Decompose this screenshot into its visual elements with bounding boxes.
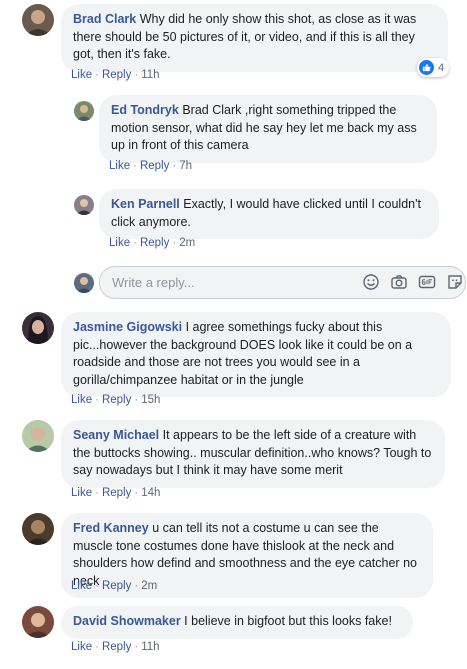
reply-link[interactable]: Reply bbox=[102, 487, 131, 499]
avatar[interactable] bbox=[22, 420, 54, 452]
like-link[interactable]: Like bbox=[71, 580, 92, 592]
reply-link[interactable]: Reply bbox=[102, 580, 131, 592]
reply-link[interactable]: Reply bbox=[102, 69, 131, 81]
comment-author[interactable]: Fred Kanney bbox=[73, 521, 149, 535]
comment-bubble: Seany Michael It appears to be the left … bbox=[61, 420, 445, 488]
camera-icon[interactable] bbox=[390, 273, 408, 291]
timestamp[interactable]: 7h bbox=[179, 160, 192, 172]
avatar[interactable] bbox=[74, 195, 94, 215]
reaction-count: 4 bbox=[438, 61, 445, 74]
comment-actions: Like · Reply · 14h bbox=[71, 487, 161, 499]
reply-link[interactable]: Reply bbox=[102, 641, 131, 653]
comment-author[interactable]: Ed Tondryk bbox=[111, 103, 179, 117]
like-link[interactable]: Like bbox=[109, 237, 130, 249]
comment-actions: Like · Reply · 2m bbox=[109, 237, 196, 249]
emoji-icon[interactable] bbox=[362, 273, 380, 291]
reply-input-container[interactable] bbox=[99, 266, 466, 299]
like-link[interactable]: Like bbox=[109, 160, 130, 172]
timestamp[interactable]: 11h bbox=[141, 69, 159, 81]
comment-author[interactable]: David Showmaker bbox=[73, 614, 181, 628]
avatar[interactable] bbox=[74, 101, 94, 121]
comment-bubble: Jasmine Gigowski I agree somethings fuck… bbox=[61, 312, 451, 397]
comment-author[interactable]: Brad Clark bbox=[73, 12, 136, 26]
like-thumb-icon bbox=[419, 60, 434, 75]
reaction-badge[interactable]: 4 bbox=[417, 58, 450, 77]
like-link[interactable]: Like bbox=[71, 641, 92, 653]
timestamp[interactable]: 14h bbox=[141, 487, 160, 499]
comment-author[interactable]: Seany Michael bbox=[73, 428, 159, 442]
timestamp[interactable]: 2m bbox=[179, 237, 195, 249]
avatar[interactable] bbox=[22, 4, 54, 36]
comment-bubble: Ken Parnell Exactly, I would have clicke… bbox=[99, 189, 439, 239]
comment-bubble: Brad Clark Why did he only show this sho… bbox=[61, 4, 448, 72]
timestamp[interactable]: 11h bbox=[141, 641, 159, 653]
reply-link[interactable]: Reply bbox=[140, 160, 169, 172]
comment-actions: Like · Reply · 2m bbox=[71, 580, 158, 592]
reply-link[interactable]: Reply bbox=[140, 237, 169, 249]
avatar[interactable] bbox=[22, 312, 54, 344]
timestamp[interactable]: 2m bbox=[141, 580, 157, 592]
like-link[interactable]: Like bbox=[71, 69, 92, 81]
avatar[interactable] bbox=[22, 513, 54, 545]
comment-actions: Like · Reply · 11h bbox=[71, 69, 160, 81]
comment-text: I believe in bigfoot but this looks fake… bbox=[184, 614, 392, 628]
reply-input[interactable] bbox=[110, 274, 334, 291]
sticker-icon[interactable] bbox=[446, 273, 464, 291]
like-link[interactable]: Like bbox=[71, 487, 92, 499]
avatar bbox=[74, 273, 94, 293]
reply-link[interactable]: Reply bbox=[102, 394, 131, 406]
like-link[interactable]: Like bbox=[71, 394, 92, 406]
comment-author[interactable]: Jasmine Gigowski bbox=[73, 320, 182, 334]
comment-actions: Like · Reply · 11h bbox=[71, 641, 160, 653]
timestamp[interactable]: 15h bbox=[141, 394, 160, 406]
comment-actions: Like · Reply · 7h bbox=[109, 160, 192, 172]
comment-bubble: David Showmaker I believe in bigfoot but… bbox=[61, 606, 413, 639]
avatar[interactable] bbox=[22, 606, 54, 638]
comment-author[interactable]: Ken Parnell bbox=[111, 197, 180, 211]
comment-actions: Like · Reply · 15h bbox=[71, 394, 161, 406]
comment-bubble: Ed Tondryk Brad Clark ,right something t… bbox=[99, 95, 437, 163]
gif-icon[interactable] bbox=[418, 273, 436, 291]
